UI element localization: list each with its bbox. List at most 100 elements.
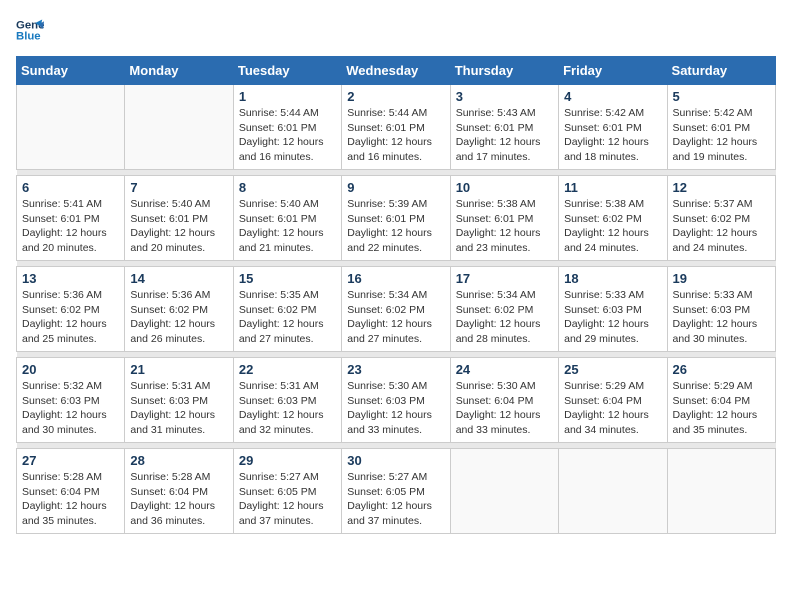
calendar-cell: 16Sunrise: 5:34 AMSunset: 6:02 PMDayligh… <box>342 267 450 352</box>
day-number: 2 <box>347 89 444 104</box>
header-cell-saturday: Saturday <box>667 57 775 85</box>
calendar-cell: 21 Sunrise: 5:31 AMSunset: 6:03 PMDayligh… <box>125 358 233 443</box>
day-number: 5 <box>673 89 770 104</box>
day-number: 17 <box>456 271 553 286</box>
day-number: 4 <box>564 89 661 104</box>
calendar-cell: 23 Sunrise: 5:30 AMSunset: 6:03 PMDayligh… <box>342 358 450 443</box>
day-info: Sunrise: 5:42 AMSunset: 6:01 PMDaylight:… <box>564 106 661 165</box>
calendar-cell: 3 Sunrise: 5:43 AMSunset: 6:01 PMDaylight… <box>450 85 558 170</box>
day-number: 10 <box>456 180 553 195</box>
day-number: 26 <box>673 362 770 377</box>
week-row-5: 27 Sunrise: 5:28 AMSunset: 6:04 PMDayligh… <box>17 449 776 534</box>
day-number: 8 <box>239 180 336 195</box>
calendar-cell: 22 Sunrise: 5:31 AMSunset: 6:03 PMDayligh… <box>233 358 341 443</box>
day-info: Sunrise: 5:35 AMSunset: 6:02 PMDaylight:… <box>239 288 336 347</box>
day-info: Sunrise: 5:28 AMSunset: 6:04 PMDaylight:… <box>130 470 227 529</box>
calendar-cell: 25 Sunrise: 5:29 AMSunset: 6:04 PMDayligh… <box>559 358 667 443</box>
week-row-4: 20 Sunrise: 5:32 AMSunset: 6:03 PMDayligh… <box>17 358 776 443</box>
svg-text:Blue: Blue <box>16 31 41 43</box>
day-info: Sunrise: 5:29 AMSunset: 6:04 PMDaylight:… <box>673 379 770 438</box>
day-number: 1 <box>239 89 336 104</box>
day-number: 9 <box>347 180 444 195</box>
day-number: 12 <box>673 180 770 195</box>
day-info: Sunrise: 5:30 AMSunset: 6:04 PMDaylight:… <box>456 379 553 438</box>
day-number: 21 <box>130 362 227 377</box>
day-info: Sunrise: 5:37 AMSunset: 6:02 PMDaylight:… <box>673 197 770 256</box>
day-info: Sunrise: 5:44 AMSunset: 6:01 PMDaylight:… <box>239 106 336 165</box>
calendar-cell: 17Sunrise: 5:34 AMSunset: 6:02 PMDayligh… <box>450 267 558 352</box>
calendar-cell: 7 Sunrise: 5:40 AMSunset: 6:01 PMDaylight… <box>125 176 233 261</box>
day-info: Sunrise: 5:31 AMSunset: 6:03 PMDaylight:… <box>130 379 227 438</box>
day-info: Sunrise: 5:40 AMSunset: 6:01 PMDaylight:… <box>239 197 336 256</box>
day-info: Sunrise: 5:36 AMSunset: 6:02 PMDaylight:… <box>130 288 227 347</box>
week-row-2: 6 Sunrise: 5:41 AMSunset: 6:01 PMDaylight… <box>17 176 776 261</box>
day-number: 3 <box>456 89 553 104</box>
day-number: 13 <box>22 271 119 286</box>
day-info: Sunrise: 5:32 AMSunset: 6:03 PMDaylight:… <box>22 379 119 438</box>
calendar-cell <box>667 449 775 534</box>
calendar-cell: 24 Sunrise: 5:30 AMSunset: 6:04 PMDayligh… <box>450 358 558 443</box>
calendar-cell: 2Sunrise: 5:44 AMSunset: 6:01 PMDaylight… <box>342 85 450 170</box>
header-cell-tuesday: Tuesday <box>233 57 341 85</box>
logo: General Blue <box>16 16 48 44</box>
day-info: Sunrise: 5:38 AMSunset: 6:01 PMDaylight:… <box>456 197 553 256</box>
day-number: 28 <box>130 453 227 468</box>
header-cell-sunday: Sunday <box>17 57 125 85</box>
week-row-1: 1 Sunrise: 5:44 AMSunset: 6:01 PMDaylight… <box>17 85 776 170</box>
day-info: Sunrise: 5:27 AMSunset: 6:05 PMDaylight:… <box>239 470 336 529</box>
day-info: Sunrise: 5:39 AMSunset: 6:01 PMDaylight:… <box>347 197 444 256</box>
day-number: 6 <box>22 180 119 195</box>
calendar-table: SundayMondayTuesdayWednesdayThursdayFrid… <box>16 56 776 534</box>
day-number: 18 <box>564 271 661 286</box>
calendar-cell: 12 Sunrise: 5:37 AMSunset: 6:02 PMDayligh… <box>667 176 775 261</box>
calendar-cell: 28 Sunrise: 5:28 AMSunset: 6:04 PMDayligh… <box>125 449 233 534</box>
day-number: 25 <box>564 362 661 377</box>
day-info: Sunrise: 5:33 AMSunset: 6:03 PMDaylight:… <box>673 288 770 347</box>
day-info: Sunrise: 5:30 AMSunset: 6:03 PMDaylight:… <box>347 379 444 438</box>
day-info: Sunrise: 5:40 AMSunset: 6:01 PMDaylight:… <box>130 197 227 256</box>
calendar-cell: 26 Sunrise: 5:29 AMSunset: 6:04 PMDayligh… <box>667 358 775 443</box>
calendar-cell: 19Sunrise: 5:33 AMSunset: 6:03 PMDayligh… <box>667 267 775 352</box>
day-number: 14 <box>130 271 227 286</box>
calendar-cell: 13 Sunrise: 5:36 AMSunset: 6:02 PMDayligh… <box>17 267 125 352</box>
calendar-cell: 29 Sunrise: 5:27 AMSunset: 6:05 PMDayligh… <box>233 449 341 534</box>
day-info: Sunrise: 5:27 AMSunset: 6:05 PMDaylight:… <box>347 470 444 529</box>
calendar-cell: 18Sunrise: 5:33 AMSunset: 6:03 PMDayligh… <box>559 267 667 352</box>
calendar-cell <box>559 449 667 534</box>
day-number: 7 <box>130 180 227 195</box>
calendar-cell: 1 Sunrise: 5:44 AMSunset: 6:01 PMDaylight… <box>233 85 341 170</box>
day-info: Sunrise: 5:36 AMSunset: 6:02 PMDaylight:… <box>22 288 119 347</box>
day-number: 24 <box>456 362 553 377</box>
day-number: 20 <box>22 362 119 377</box>
header: General Blue <box>16 16 776 44</box>
day-info: Sunrise: 5:41 AMSunset: 6:01 PMDaylight:… <box>22 197 119 256</box>
header-cell-thursday: Thursday <box>450 57 558 85</box>
week-row-3: 13 Sunrise: 5:36 AMSunset: 6:02 PMDayligh… <box>17 267 776 352</box>
calendar-cell: 8 Sunrise: 5:40 AMSunset: 6:01 PMDaylight… <box>233 176 341 261</box>
calendar-cell: 9 Sunrise: 5:39 AMSunset: 6:01 PMDaylight… <box>342 176 450 261</box>
calendar-cell: 15 Sunrise: 5:35 AMSunset: 6:02 PMDayligh… <box>233 267 341 352</box>
day-info: Sunrise: 5:42 AMSunset: 6:01 PMDaylight:… <box>673 106 770 165</box>
day-info: Sunrise: 5:43 AMSunset: 6:01 PMDaylight:… <box>456 106 553 165</box>
day-info: Sunrise: 5:29 AMSunset: 6:04 PMDaylight:… <box>564 379 661 438</box>
calendar-cell <box>17 85 125 170</box>
header-row: SundayMondayTuesdayWednesdayThursdayFrid… <box>17 57 776 85</box>
logo-icon: General Blue <box>16 16 44 44</box>
day-number: 29 <box>239 453 336 468</box>
day-number: 16 <box>347 271 444 286</box>
day-number: 23 <box>347 362 444 377</box>
day-number: 15 <box>239 271 336 286</box>
day-number: 11 <box>564 180 661 195</box>
calendar-cell: 14 Sunrise: 5:36 AMSunset: 6:02 PMDayligh… <box>125 267 233 352</box>
calendar-cell: 27 Sunrise: 5:28 AMSunset: 6:04 PMDayligh… <box>17 449 125 534</box>
calendar-cell: 5 Sunrise: 5:42 AMSunset: 6:01 PMDaylight… <box>667 85 775 170</box>
day-number: 22 <box>239 362 336 377</box>
day-info: Sunrise: 5:28 AMSunset: 6:04 PMDaylight:… <box>22 470 119 529</box>
day-number: 27 <box>22 453 119 468</box>
calendar-cell: 30Sunrise: 5:27 AMSunset: 6:05 PMDayligh… <box>342 449 450 534</box>
header-cell-monday: Monday <box>125 57 233 85</box>
calendar-cell: 10 Sunrise: 5:38 AMSunset: 6:01 PMDayligh… <box>450 176 558 261</box>
day-info: Sunrise: 5:38 AMSunset: 6:02 PMDaylight:… <box>564 197 661 256</box>
day-info: Sunrise: 5:31 AMSunset: 6:03 PMDaylight:… <box>239 379 336 438</box>
calendar-cell: 4 Sunrise: 5:42 AMSunset: 6:01 PMDaylight… <box>559 85 667 170</box>
